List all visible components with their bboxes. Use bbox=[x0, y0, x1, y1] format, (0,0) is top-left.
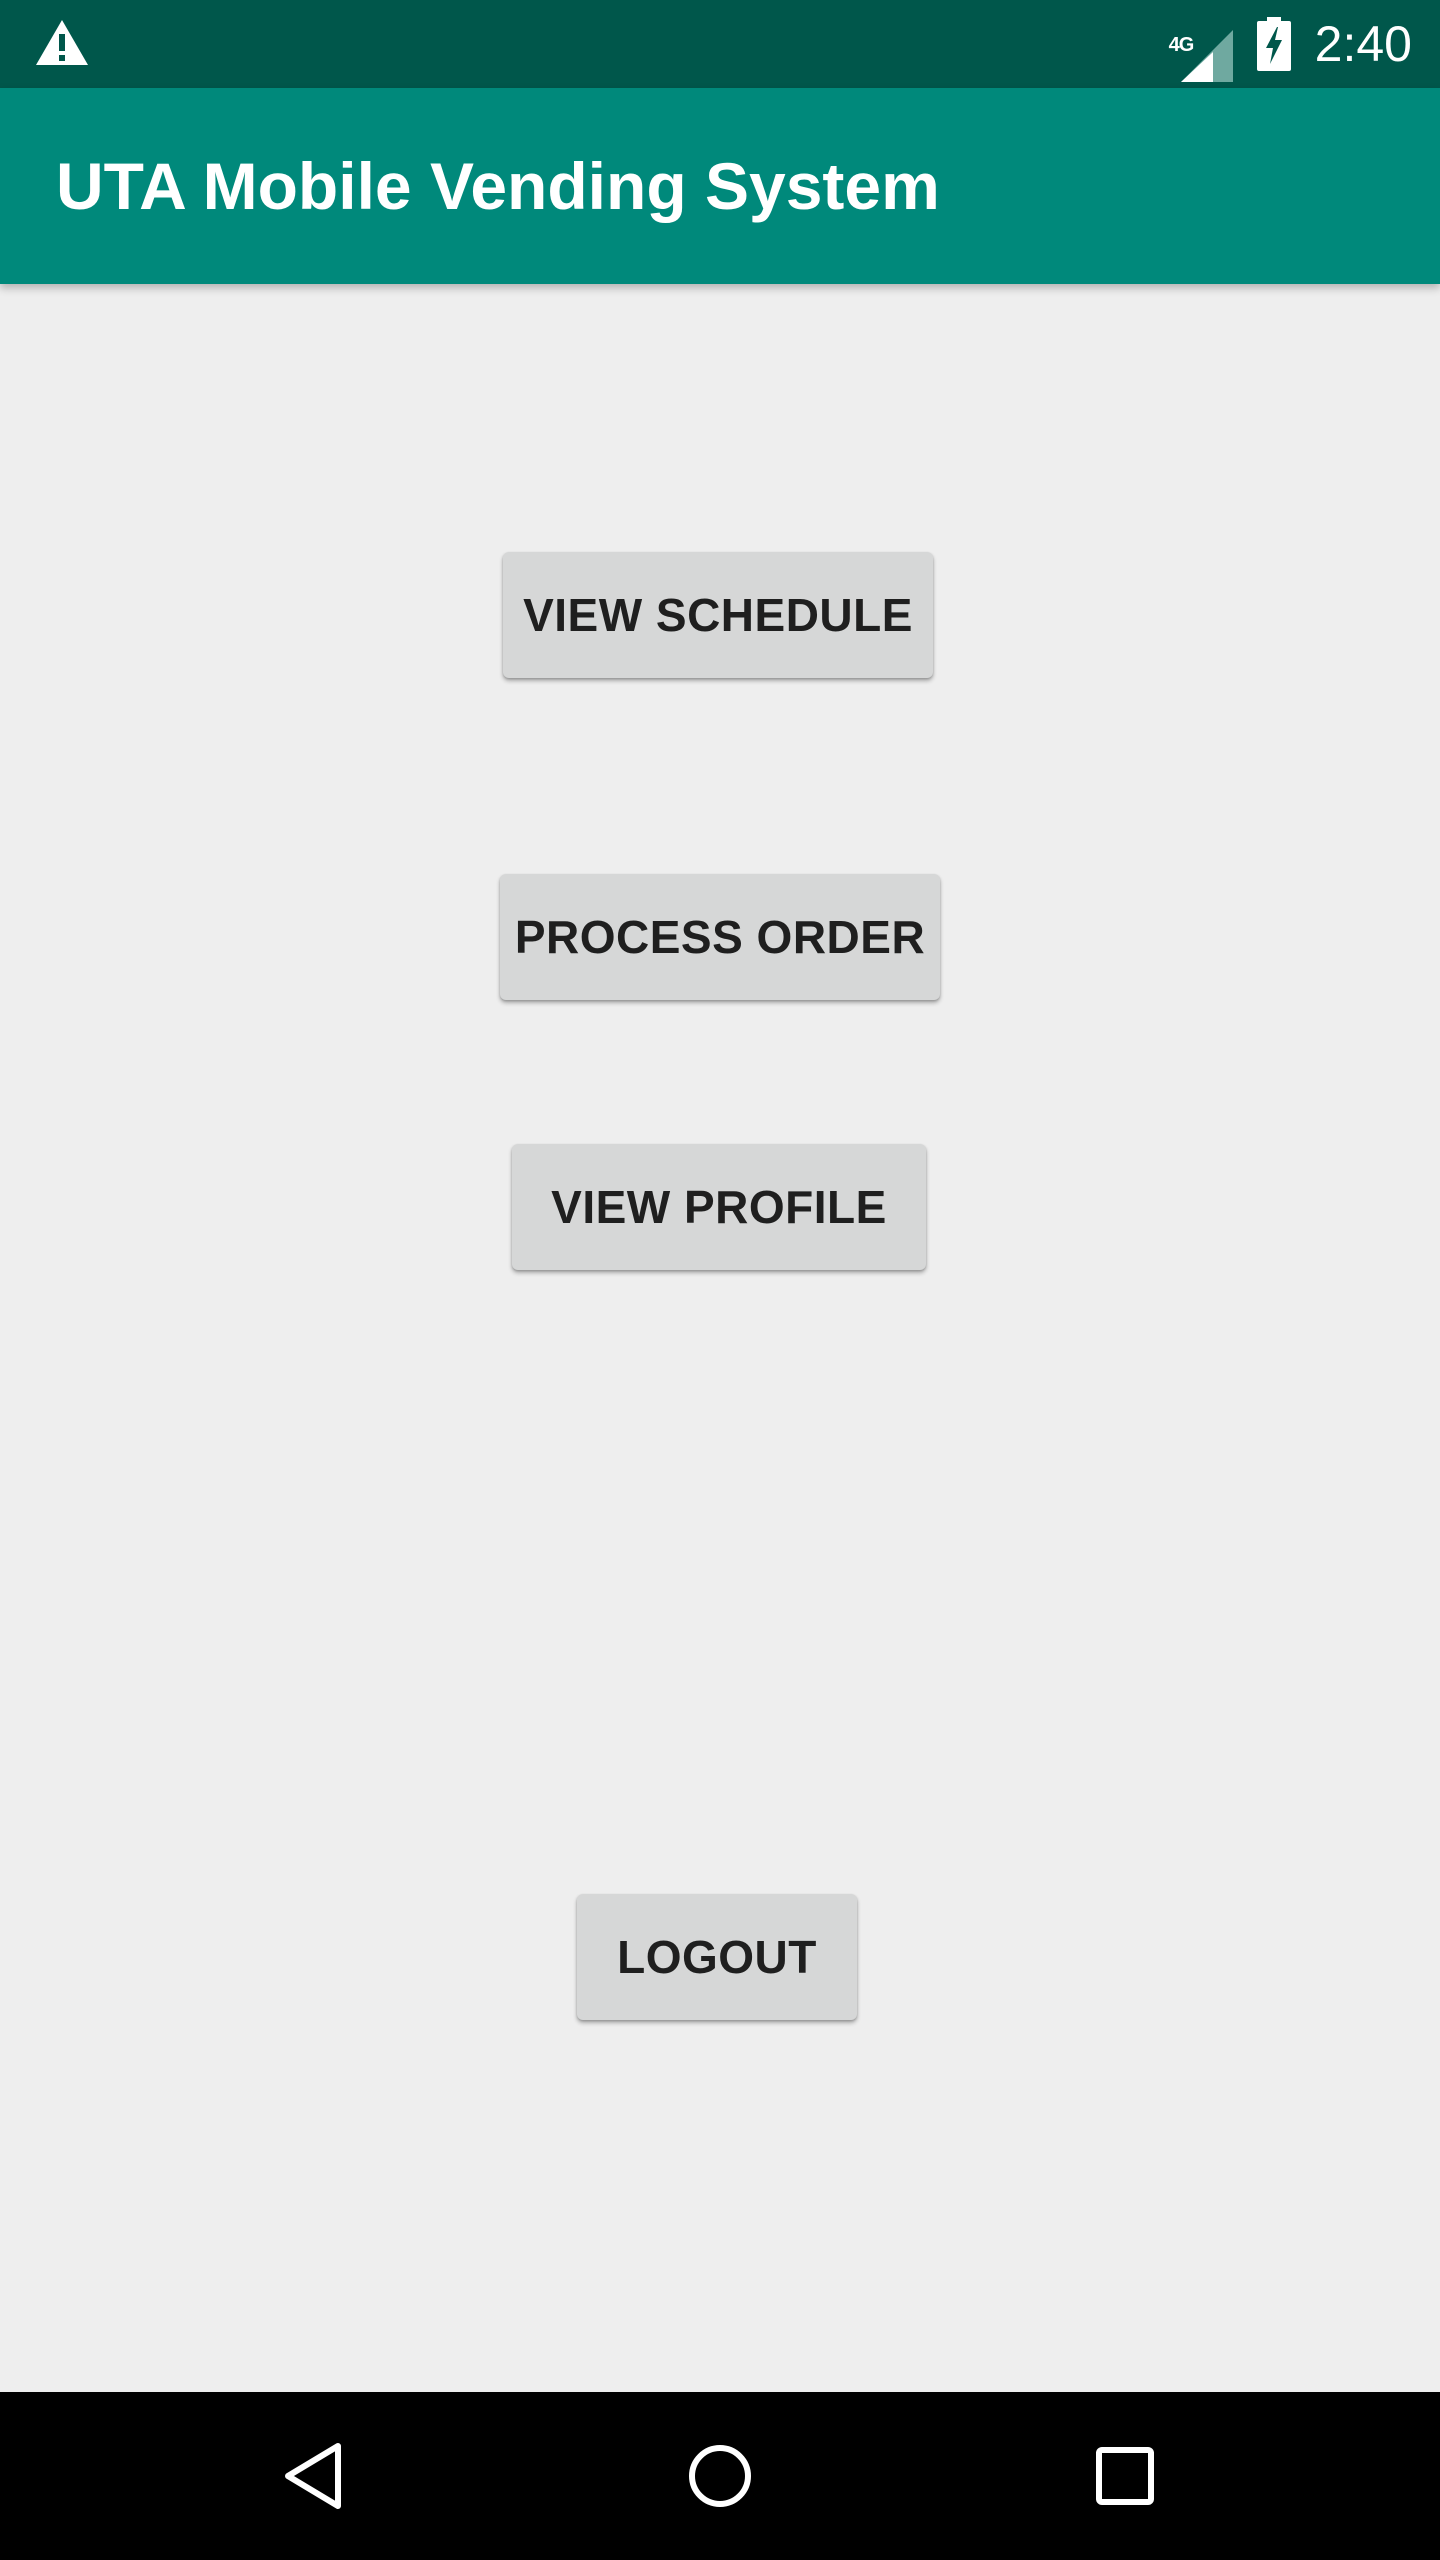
warning-icon bbox=[36, 20, 88, 65]
view-schedule-button[interactable]: VIEW SCHEDULE bbox=[503, 552, 933, 678]
signal-icon bbox=[1180, 30, 1233, 82]
process-order-button[interactable]: PROCESS ORDER bbox=[500, 874, 940, 1000]
logout-button[interactable]: LOGOUT bbox=[577, 1894, 857, 2020]
recents-button[interactable] bbox=[1025, 2392, 1225, 2560]
back-icon bbox=[285, 2443, 341, 2509]
clock: 2:40 bbox=[1314, 16, 1412, 72]
home-button[interactable] bbox=[620, 2392, 820, 2560]
view-profile-button[interactable]: VIEW PROFILE bbox=[512, 1144, 926, 1270]
status-bar: 4G 2:40 bbox=[0, 0, 1440, 88]
home-icon bbox=[689, 2445, 751, 2507]
navigation-bar bbox=[0, 2392, 1440, 2560]
status-icons: 4G 2:40 bbox=[1169, 0, 1412, 88]
back-button[interactable] bbox=[214, 2392, 414, 2560]
screen: 4G 2:40 UTA Mobile Vending System VIEW S… bbox=[0, 0, 1440, 2560]
app-title: UTA Mobile Vending System bbox=[56, 149, 940, 223]
app-bar: UTA Mobile Vending System bbox=[0, 88, 1440, 284]
battery-charging-icon bbox=[1256, 17, 1291, 71]
signal-indicator: 4G bbox=[1169, 16, 1233, 82]
recents-icon bbox=[1096, 2447, 1154, 2505]
